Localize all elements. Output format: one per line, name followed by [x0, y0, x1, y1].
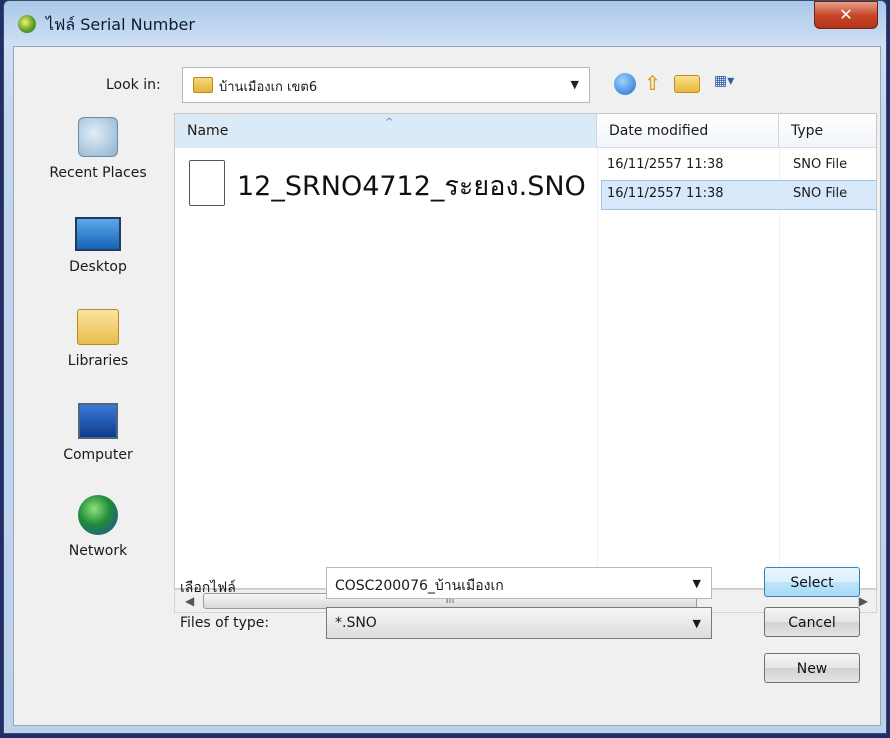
chevron-down-icon: ▼ — [570, 78, 579, 91]
place-libraries[interactable]: Libraries — [22, 309, 174, 369]
look-in-value: บ้านเมืองเก เขต6 — [219, 80, 318, 95]
file-type: SNO File — [793, 157, 848, 172]
column-header-date-modified[interactable]: Date modified — [597, 114, 779, 148]
look-in-label: Look in: — [106, 77, 161, 93]
app-icon — [18, 15, 36, 33]
title-bar[interactable]: ไฟล์ Serial Number ✕ — [4, 1, 886, 43]
chevron-down-icon: ▼ — [692, 617, 701, 630]
place-desktop[interactable]: Desktop — [22, 217, 174, 275]
place-label: Recent Places — [49, 165, 147, 181]
look-in-dropdown[interactable]: บ้านเมืองเก เขต6 ▼ — [182, 67, 590, 103]
scroll-right-icon[interactable]: ▶ — [859, 594, 868, 608]
place-network[interactable]: Network — [22, 495, 174, 559]
file-date: 16/11/2557 11:38 — [607, 157, 724, 172]
column-header-row: ^ Name Date modified Type — [175, 114, 876, 148]
column-divider — [597, 148, 598, 588]
place-recent-places[interactable]: Recent Places — [22, 117, 174, 181]
column-header-name[interactable]: ^ Name — [175, 114, 597, 148]
files-of-type-dropdown[interactable]: *.SNO ▼ — [326, 607, 712, 639]
window-frame: ไฟล์ Serial Number ✕ Look in: บ้านเมืองเ… — [3, 0, 887, 734]
places-bar: Recent Places Desktop Libraries Computer… — [22, 113, 174, 609]
cancel-button[interactable]: Cancel — [764, 607, 860, 637]
place-label: Desktop — [69, 259, 127, 275]
sort-caret-icon: ^ — [385, 117, 394, 128]
file-list[interactable]: ^ Name Date modified Type 12_SRNO4712_ระ… — [174, 113, 877, 589]
place-label: Network — [68, 543, 128, 559]
column-header-type[interactable]: Type — [779, 114, 876, 148]
file-type: SNO File — [793, 186, 848, 201]
column-divider — [779, 148, 780, 588]
chevron-down-icon[interactable]: ▼ — [693, 577, 701, 590]
new-folder-icon[interactable] — [674, 75, 700, 93]
libraries-icon — [77, 309, 119, 345]
place-label: Computer — [63, 447, 133, 463]
file-name: 12_SRNO4712_ระยอง.SNO — [237, 171, 586, 202]
select-button[interactable]: Select — [764, 567, 860, 597]
dialog-body: Look in: บ้านเมืองเก เขต6 ▼ ⇧ ▦▾ Recent … — [13, 46, 881, 726]
file-name-label: เลือกไฟล์ — [180, 580, 236, 596]
file-name-value: COSC200076_บ้านเมืองเก — [335, 578, 504, 594]
desktop-icon — [75, 217, 121, 251]
document-icon — [189, 160, 225, 206]
views-menu-icon[interactable]: ▦▾ — [714, 73, 752, 95]
network-icon — [78, 495, 118, 535]
file-dialog-window: ไฟล์ Serial Number ✕ Look in: บ้านเมืองเ… — [0, 0, 890, 738]
computer-icon — [78, 403, 118, 439]
files-of-type-value: *.SNO — [335, 615, 377, 631]
file-date: 16/11/2557 11:38 — [607, 186, 724, 201]
files-of-type-label: Files of type: — [180, 615, 270, 631]
close-button[interactable]: ✕ — [814, 1, 878, 29]
file-name-field[interactable]: COSC200076_บ้านเมืองเก ▼ — [326, 567, 712, 599]
window-title: ไฟล์ Serial Number — [46, 15, 195, 34]
place-computer[interactable]: Computer — [22, 403, 174, 463]
up-folder-icon[interactable]: ⇧ — [644, 73, 664, 95]
new-button[interactable]: New — [764, 653, 860, 683]
back-icon[interactable] — [614, 73, 636, 95]
place-label: Libraries — [67, 353, 129, 369]
folder-icon — [193, 77, 213, 93]
recent-places-icon — [78, 117, 118, 157]
